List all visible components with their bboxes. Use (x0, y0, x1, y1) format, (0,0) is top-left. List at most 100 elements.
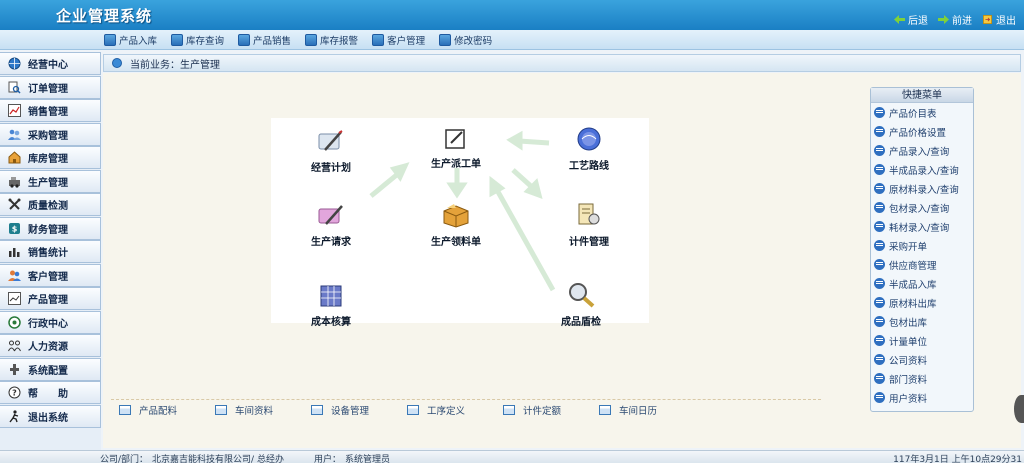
flow-arrow (511, 168, 535, 190)
toolbar-inventory-alarm[interactable]: 库存报警 (305, 33, 358, 47)
production-flow-diagram: 经营计划 生产派工单 工艺路线 生产请求 生产领料单 计件管理 成本核算 成品盾… (271, 118, 649, 328)
sidebar-item-business-center[interactable]: 经营中心 (0, 52, 101, 75)
flow-node-label: 成本核算 (311, 317, 351, 328)
sidebar-item-purchase[interactable]: 采购管理 (0, 122, 101, 146)
main-content: 经营计划 生产派工单 工艺路线 生产请求 生产领料单 计件管理 成本核算 成品盾… (103, 73, 1021, 448)
product-inspection-icon (569, 283, 595, 308)
quick-item-label: 采购开单 (889, 241, 928, 253)
list-icon (874, 240, 885, 251)
quick-item[interactable]: 原材料录入/查询 (871, 179, 973, 198)
sidebar-item-label: 经营中心 (28, 60, 68, 71)
top-nav: 后退 前进 退出 (894, 12, 1016, 27)
quick-item[interactable]: 产品价目表 (871, 103, 973, 122)
toolbar: 产品入库 库存查询 产品销售 库存报警 客户管理 修改密码 (0, 30, 1024, 50)
list-icon (874, 107, 885, 118)
sidebar-item-orders[interactable]: 订单管理 (0, 75, 101, 99)
flow-node-cost-accounting[interactable]: 成本核算 (311, 284, 351, 328)
toolbar-inventory-search[interactable]: 库存查询 (171, 33, 224, 47)
flow-arrow (494, 188, 556, 292)
sidebar-item-label: 产品管理 (28, 295, 68, 306)
flow-node-process-route[interactable]: 工艺路线 (569, 126, 609, 172)
quick-item[interactable]: 用户资料 (871, 388, 973, 407)
status-company-label: 公司/部门： (100, 455, 149, 463)
quick-item[interactable]: 公司资料 (871, 350, 973, 369)
quick-item[interactable]: 供应商管理 (871, 255, 973, 274)
flow-node-product-inspection[interactable]: 成品盾检 (561, 280, 601, 328)
quick-item[interactable]: 部门资料 (871, 369, 973, 388)
sidebar-item-logout[interactable]: 退出系统 (0, 404, 101, 428)
quick-item-label: 包材出库 (889, 317, 928, 329)
flow-node-label: 成品盾检 (561, 317, 601, 328)
exit-button[interactable]: 退出 (982, 12, 1016, 27)
sidebar-item-label: 销售统计 (28, 248, 68, 259)
warehouse-icon (8, 151, 21, 164)
quick-item[interactable]: 原材料出库 (871, 293, 973, 312)
quick-item[interactable]: 包材出库 (871, 312, 973, 331)
flow-node-business-plan[interactable]: 经营计划 (311, 130, 351, 174)
sidebar-item-production[interactable]: 生产管理 (0, 169, 101, 193)
flow-node-label: 计件管理 (569, 237, 609, 248)
forward-button[interactable]: 前进 (938, 12, 972, 27)
quick-item-label: 半成品入库 (889, 279, 937, 291)
sidebar-item-warehouse[interactable]: 库房管理 (0, 146, 101, 169)
sidebar-item-sales[interactable]: 销售管理 (0, 99, 101, 122)
flow-node-production-request[interactable]: 生产请求 (311, 204, 351, 248)
toolbar-sales[interactable]: 产品销售 (238, 33, 291, 47)
cost-accounting-icon (320, 285, 342, 307)
quick-item[interactable]: 耗材录入/查询 (871, 217, 973, 236)
link-product-ingredients[interactable]: 产品配料 (119, 403, 215, 417)
quick-item[interactable]: 半成品入库 (871, 274, 973, 293)
sidebar-item-finance[interactable]: $ 财务管理 (0, 216, 101, 240)
flow-node-dispatch-order[interactable]: 生产派工单 (431, 128, 481, 170)
quick-item[interactable]: 产品价格设置 (871, 122, 973, 141)
quick-item[interactable]: 半成品录入/查询 (871, 160, 973, 179)
window-icon (311, 405, 323, 415)
flow-node-piecework[interactable]: 计件管理 (569, 202, 609, 248)
quick-item[interactable]: 计量单位 (871, 331, 973, 350)
window-icon (503, 405, 515, 415)
link-process-definition[interactable]: 工序定义 (407, 403, 503, 417)
sidebar-item-label: 采购管理 (28, 130, 68, 142)
sidebar-item-hr[interactable]: 人力资源 (0, 334, 101, 357)
flow-node-material-requisition[interactable]: 生产领料单 (431, 202, 481, 248)
quick-item-label: 半成品录入/查询 (889, 165, 959, 177)
flow-node-label: 生产派工单 (431, 159, 481, 170)
sidebar-item-admin[interactable]: 行政中心 (0, 310, 101, 334)
flow-node-label: 工艺路线 (569, 161, 609, 172)
back-button[interactable]: 后退 (894, 12, 928, 27)
list-icon (874, 316, 885, 327)
quick-item[interactable]: 采购开单 (871, 236, 973, 255)
svg-text:?: ? (12, 389, 17, 398)
finance-icon: $ (9, 222, 20, 234)
piecework-icon (578, 203, 600, 225)
process-route-icon (577, 127, 601, 151)
link-equipment[interactable]: 设备管理 (311, 403, 407, 417)
sidebar-item-customers[interactable]: 客户管理 (0, 263, 101, 287)
sidebar-item-quality[interactable]: 质量检测 (0, 193, 101, 216)
side-toggle-handle[interactable] (1014, 395, 1024, 423)
sidebar-item-label: 系统配置 (28, 365, 68, 377)
link-workshop-calendar[interactable]: 车间日历 (599, 403, 695, 417)
quick-item-label: 供应商管理 (889, 260, 937, 272)
admin-icon (8, 315, 21, 329)
sidebar: 经营中心 订单管理 销售管理 采购管理 库房管理 生产管理 质量检测 $ 财务管理… (0, 52, 101, 450)
sidebar-item-products[interactable]: 产品管理 (0, 287, 101, 310)
toolbar-customer[interactable]: 客户管理 (372, 33, 425, 47)
sidebar-item-sales-stats[interactable]: 销售统计 (0, 240, 101, 263)
sidebar-item-help[interactable]: ? 帮 助 (0, 381, 101, 404)
link-label: 产品配料 (139, 406, 178, 417)
sidebar-item-config[interactable]: 系统配置 (0, 357, 101, 381)
toolbar-label: 修改密码 (454, 36, 493, 47)
list-icon (874, 126, 885, 137)
flow-node-label: 经营计划 (311, 163, 351, 174)
toolbar-change-password[interactable]: 修改密码 (439, 33, 492, 47)
list-icon (874, 392, 885, 403)
bottom-links: 产品配料 车间资料 设备管理 工序定义 计件定额 车间日历 (119, 403, 695, 417)
flow-arrow-head (506, 130, 523, 151)
quick-item[interactable]: 包材录入/查询 (871, 198, 973, 217)
link-workshop-info[interactable]: 车间资料 (215, 403, 311, 417)
toolbar-stock-in[interactable]: 产品入库 (104, 33, 157, 47)
quick-item[interactable]: 产品录入/查询 (871, 141, 973, 160)
link-piece-rate[interactable]: 计件定额 (503, 403, 599, 417)
breadcrumb-current: 生产管理 (180, 59, 220, 71)
